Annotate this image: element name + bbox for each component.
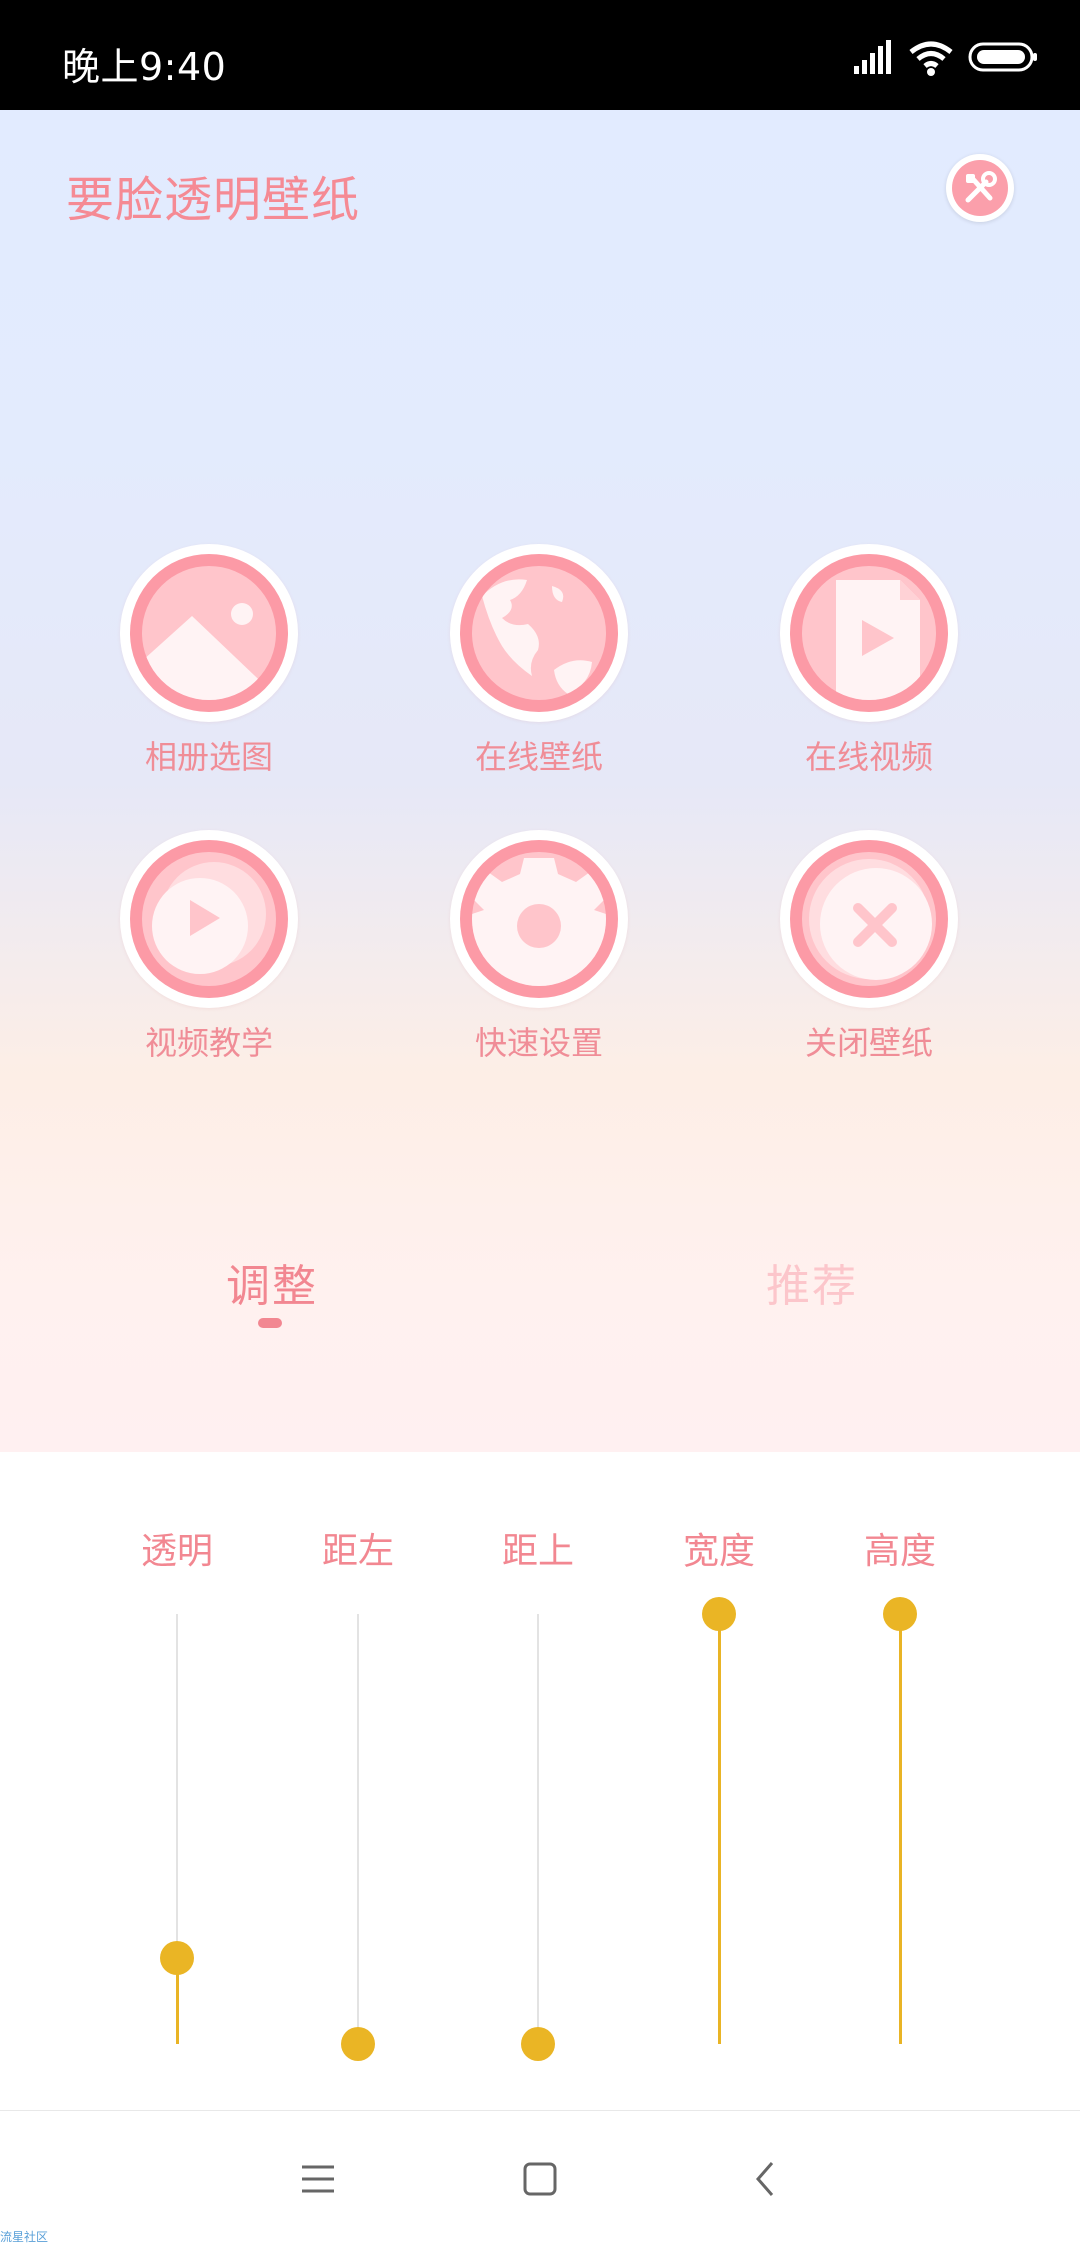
menu-item-close-wallpaper[interactable]: 关闭壁纸	[760, 830, 960, 1110]
image-icon	[142, 603, 276, 700]
globe-icon	[482, 579, 592, 694]
menu-item-quick-settings[interactable]: 快速设置	[430, 830, 630, 1110]
menu-item-album[interactable]: 相册选图	[100, 544, 300, 824]
slider-fill	[899, 1614, 902, 2044]
back-icon	[756, 2162, 774, 2196]
menu-item-online-wallpaper[interactable]: 在线壁纸	[430, 544, 630, 824]
menu-label: 在线壁纸	[474, 738, 603, 776]
slider-thumb[interactable]	[341, 2027, 375, 2061]
tab-recommend[interactable]: 推荐	[766, 1250, 858, 1314]
tools-icon	[965, 171, 997, 203]
video-file-icon	[836, 580, 920, 700]
back-button[interactable]	[738, 2151, 794, 2207]
slider-thumb[interactable]	[160, 1941, 194, 1975]
slider-fill	[718, 1614, 721, 2044]
menu-item-online-video[interactable]: 在线视频	[760, 544, 960, 824]
slider-track[interactable]	[357, 1614, 359, 2044]
close-icon	[809, 859, 932, 980]
slider-panel: 透明 距左 距上 宽度 高度	[0, 1452, 1080, 2110]
tab-adjust[interactable]: 调整	[226, 1250, 318, 1314]
status-time: 晚上9:40	[62, 45, 227, 89]
slider-left-offset[interactable]: 距左	[298, 1452, 418, 2072]
slider-thumb[interactable]	[883, 1597, 917, 1631]
slider-track[interactable]	[537, 1614, 539, 2044]
signal-icon	[854, 40, 891, 74]
main-area: 要脸透明壁纸 相册选图 在线壁纸 在线视频 视频教学 快速设置 关闭壁纸	[0, 110, 1080, 1452]
slider-thumb[interactable]	[521, 2027, 555, 2061]
slider-label: 距上	[501, 1531, 574, 1572]
status-bar: 晚上9:40	[0, 0, 1080, 110]
battery-icon	[968, 42, 1037, 72]
menu-item-video-tutorial[interactable]: 视频教学	[100, 830, 300, 1110]
menu-icon	[302, 2165, 334, 2193]
menu-label: 关闭壁纸	[804, 1024, 933, 1062]
tab-indicator	[258, 1318, 282, 1328]
watermark: 流星社区	[0, 2230, 49, 2244]
slider-thumb[interactable]	[702, 1597, 736, 1631]
gear-icon	[472, 858, 606, 986]
settings-button[interactable]	[946, 154, 1014, 222]
slider-transparency[interactable]: 透明	[117, 1452, 237, 2072]
play-icon	[152, 862, 266, 974]
menu-label: 相册选图	[144, 738, 273, 776]
menu-label: 视频教学	[144, 1024, 273, 1062]
slider-label: 高度	[863, 1531, 936, 1572]
slider-height[interactable]: 高度	[840, 1452, 960, 2072]
menu-button[interactable]	[290, 2151, 346, 2207]
menu-label: 快速设置	[474, 1024, 603, 1062]
home-button[interactable]	[512, 2151, 568, 2207]
home-icon	[523, 2162, 557, 2196]
slider-width[interactable]: 宽度	[659, 1452, 779, 2072]
slider-label: 透明	[140, 1531, 213, 1572]
slider-label: 宽度	[682, 1531, 755, 1572]
app-title: 要脸透明壁纸	[66, 172, 361, 228]
slider-top-offset[interactable]: 距上	[478, 1452, 598, 2072]
wifi-icon	[909, 41, 953, 76]
menu-label: 在线视频	[804, 738, 933, 776]
nav-bar	[0, 2110, 1080, 2244]
slider-label: 距左	[321, 1531, 394, 1572]
